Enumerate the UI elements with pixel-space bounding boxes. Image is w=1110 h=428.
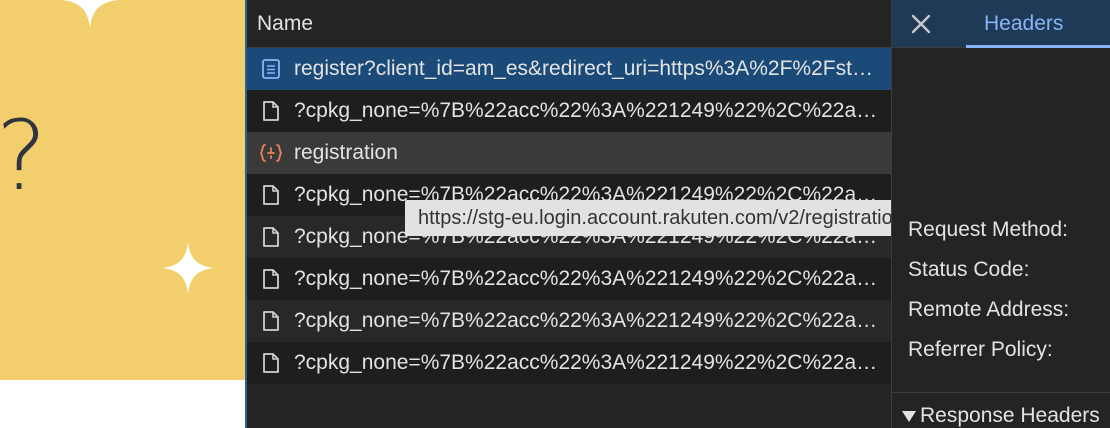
name-column-label: Name	[257, 11, 314, 35]
request-name: ?cpkg_none=%7B%22acc%22%3A%221249%22%2C%…	[294, 267, 879, 290]
response-headers-label: Response Headers	[920, 404, 1100, 427]
request-name: register?client_id=am_es&redirect_uri=ht…	[294, 57, 879, 80]
request-row[interactable]: ?cpkg_none=%7B%22acc%22%3A%221249%22%2C%…	[247, 90, 891, 132]
section-divider	[892, 392, 1110, 393]
question-mark: ?	[0, 100, 47, 212]
request-row[interactable]: register?client_id=am_es&redirect_uri=ht…	[247, 48, 891, 90]
request-name: ?cpkg_none=%7B%22acc%22%3A%221249%22%2C%…	[294, 309, 879, 332]
sparkle-icon	[162, 242, 214, 294]
tab-headers[interactable]: Headers	[966, 0, 1110, 48]
request-name: registration	[294, 141, 398, 164]
file-icon	[259, 309, 283, 333]
file-icon	[259, 267, 283, 291]
details-tabbar: Headers	[892, 0, 1110, 48]
active-tab-indicator	[966, 45, 1110, 48]
request-row[interactable]: ?cpkg_none=%7B%22acc%22%3A%221249%22%2C%…	[247, 342, 891, 384]
response-headers-toggle[interactable]: Response Headers	[902, 404, 1100, 428]
fetch-icon	[259, 141, 283, 165]
general-referrer-policy: Referrer Policy:	[908, 338, 1053, 361]
file-icon	[259, 183, 283, 207]
file-icon	[259, 351, 283, 375]
file-icon	[259, 99, 283, 123]
general-section: Request Method: Status Code: Remote Addr…	[892, 210, 1110, 370]
general-remote-address: Remote Address:	[908, 298, 1070, 321]
file-icon	[259, 225, 283, 249]
request-row[interactable]: ?cpkg_none=%7B%22acc%22%3A%221249%22%2C%…	[247, 258, 891, 300]
request-row[interactable]: registration	[247, 132, 891, 174]
page-yellow-background: ?	[0, 0, 245, 380]
request-name: ?cpkg_none=%7B%22acc%22%3A%221249%22%2C%…	[294, 99, 879, 122]
expand-triangle-icon	[902, 410, 916, 422]
page-preview: ?	[0, 0, 245, 428]
document-icon	[259, 57, 283, 81]
general-request-method: Request Method:	[908, 218, 1068, 241]
general-status-code: Status Code:	[908, 258, 1030, 281]
request-details-panel: Headers Request Method: Status Code: Rem…	[891, 0, 1110, 428]
list-empty-area	[247, 384, 891, 428]
request-name: ?cpkg_none=%7B%22acc%22%3A%221249%22%2C%…	[294, 351, 879, 374]
request-row[interactable]: ?cpkg_none=%7B%22acc%22%3A%221249%22%2C%…	[247, 300, 891, 342]
close-icon[interactable]	[892, 0, 950, 48]
sparkle-icon	[62, 0, 118, 28]
name-column-header[interactable]: Name	[247, 0, 891, 48]
